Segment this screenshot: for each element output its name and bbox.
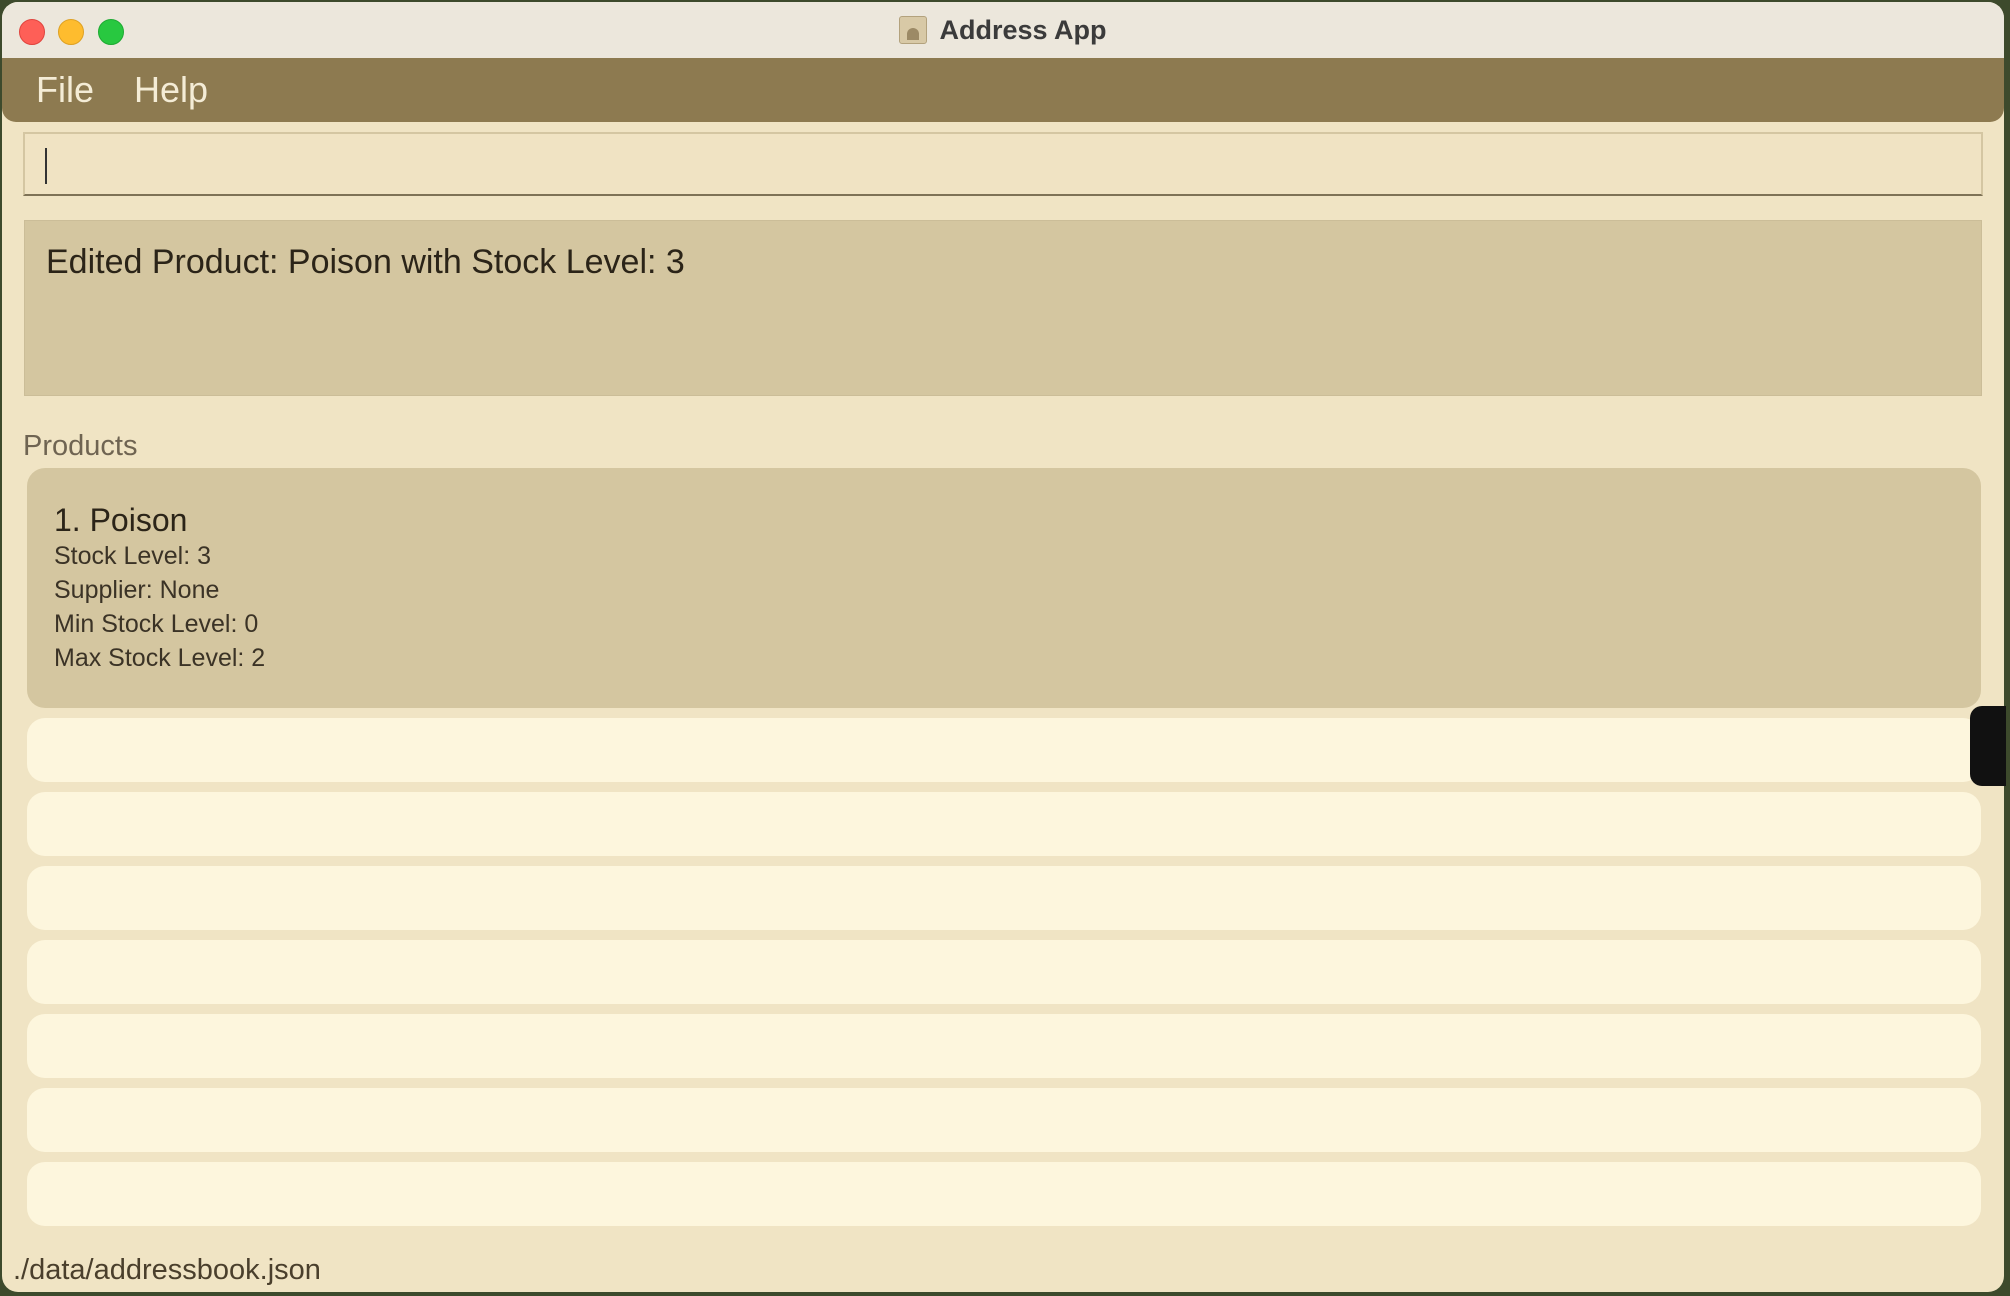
product-list[interactable]: 1. Poison Stock Level: 3 Supplier: None …	[27, 468, 1981, 1236]
product-min-stock: Min Stock Level: 0	[54, 610, 259, 638]
app-window: Address App File Help Edited Product: Po…	[2, 2, 2004, 1292]
list-item[interactable]	[27, 1014, 1981, 1078]
title-bar[interactable]: Address App	[2, 2, 2004, 58]
products-heading: Products	[23, 430, 138, 462]
list-item[interactable]	[27, 1162, 1981, 1226]
list-item[interactable]	[27, 792, 1981, 856]
scrollbar-handle[interactable]	[1970, 706, 2006, 786]
title-group: Address App	[899, 14, 1107, 46]
product-max-stock: Max Stock Level: 2	[54, 644, 266, 672]
product-card[interactable]: 1. Poison Stock Level: 3 Supplier: None …	[27, 468, 1981, 708]
maximize-window-button[interactable]	[98, 19, 124, 45]
menu-bar: File Help	[2, 58, 2004, 122]
list-item[interactable]	[27, 866, 1981, 930]
result-message: Edited Product: Poison with Stock Level:…	[46, 243, 685, 281]
window-title: Address App	[939, 14, 1107, 45]
status-bar-path: ./data/addressbook.json	[13, 1254, 321, 1286]
product-stock-level: Stock Level: 3	[54, 542, 212, 570]
minimize-window-button[interactable]	[58, 19, 84, 45]
product-name: 1. Poison	[54, 502, 188, 538]
list-item[interactable]	[27, 1088, 1981, 1152]
list-item[interactable]	[27, 718, 1981, 782]
product-supplier: Supplier: None	[54, 576, 220, 604]
close-window-button[interactable]	[19, 19, 45, 45]
menu-help[interactable]: Help	[134, 69, 208, 111]
result-display: Edited Product: Poison with Stock Level:…	[24, 220, 1982, 396]
command-input[interactable]	[25, 134, 1981, 194]
command-box[interactable]	[23, 132, 1983, 196]
list-item[interactable]	[27, 940, 1981, 1004]
address-book-icon	[899, 16, 928, 44]
text-caret	[45, 148, 47, 184]
menu-file[interactable]: File	[36, 69, 94, 111]
